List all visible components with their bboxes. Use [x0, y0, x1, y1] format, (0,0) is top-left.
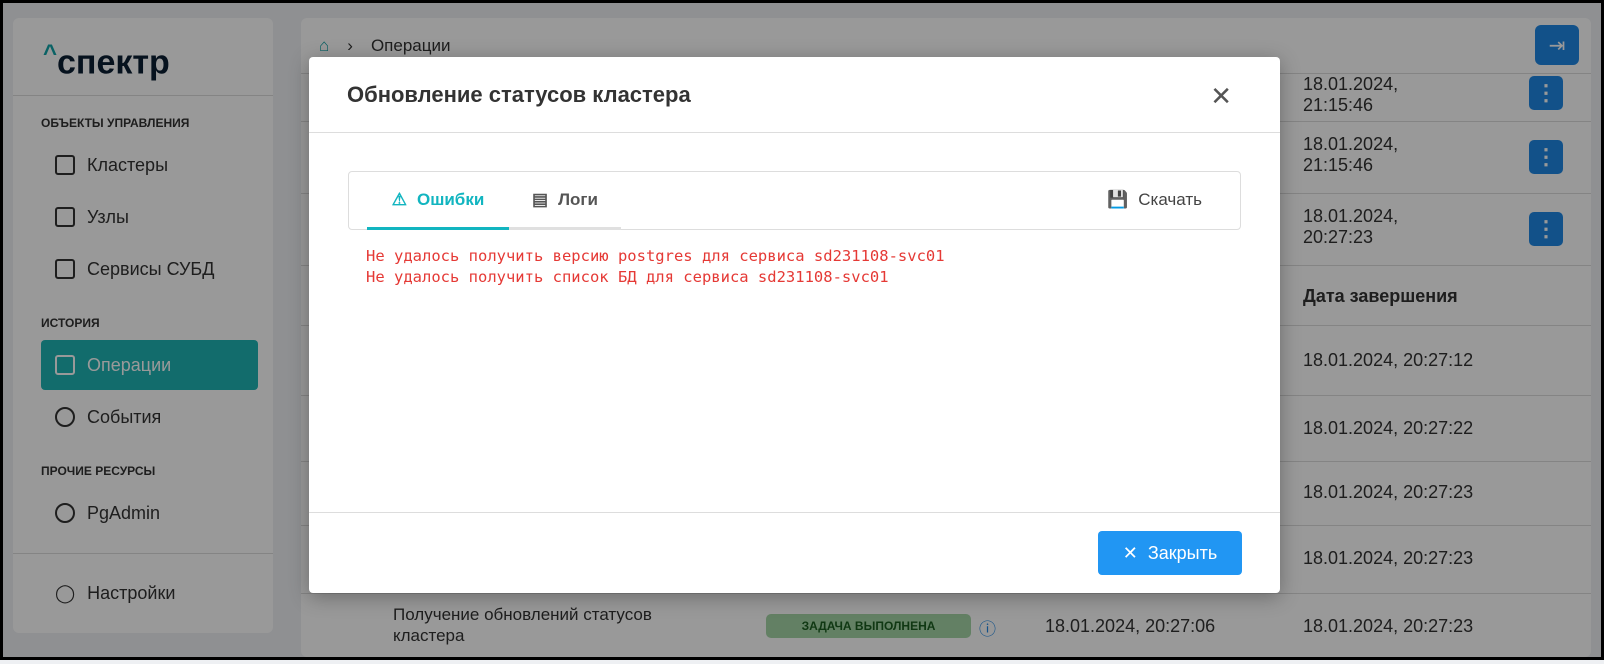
dialog-title: Обновление статусов кластера [309, 57, 1280, 133]
tab-label: Ошибки [416, 189, 485, 209]
cluster-status-dialog: Обновление статусов кластера ✕ ⚠ Ошибки ▤… [309, 57, 1280, 593]
download-label: Скачать [1138, 190, 1202, 209]
tab-label: Логи [558, 189, 598, 209]
download-button[interactable]: 💾 Скачать [1107, 190, 1202, 210]
document-icon: ▤ [532, 189, 549, 209]
close-label: Закрыть [1147, 542, 1218, 563]
close-button[interactable]: ✕ Закрыть [1098, 531, 1242, 575]
error-line: Не удалось получить версию postgres для … [366, 247, 945, 265]
error-line: Не удалось получить список БД для сервис… [366, 268, 889, 286]
tab-bar: ⚠ Ошибки ▤ Логи 💾 Скачать [348, 171, 1241, 230]
tab-errors[interactable]: ⚠ Ошибки [367, 172, 509, 230]
save-icon: 💾 [1107, 190, 1129, 209]
divider [309, 512, 1280, 513]
tab-logs[interactable]: ▤ Логи [509, 172, 621, 230]
warning-icon: ⚠ [391, 189, 407, 209]
close-icon[interactable]: ✕ [1210, 81, 1232, 112]
error-list: Не удалось получить версию postgres для … [366, 246, 945, 288]
close-icon: ✕ [1122, 542, 1138, 563]
